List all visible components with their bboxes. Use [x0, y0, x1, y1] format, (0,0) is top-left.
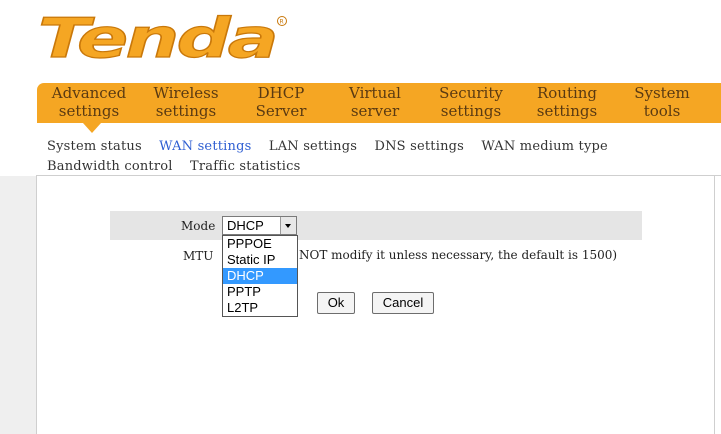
- mode-option-static-ip[interactable]: Static IP: [223, 252, 297, 268]
- mode-option-pptp[interactable]: PPTP: [223, 284, 297, 300]
- sub-nav: System status WAN settings LAN settings …: [47, 137, 707, 177]
- tenda-logo: Tenda R: [38, 11, 287, 63]
- mode-select[interactable]: DHCP: [222, 216, 297, 235]
- nav-virtual-server[interactable]: Virtual server: [339, 84, 411, 120]
- subnav-dns-settings[interactable]: DNS settings: [374, 137, 464, 157]
- nav-advanced-settings[interactable]: Advanced settings: [49, 84, 129, 120]
- subnav-lan-settings[interactable]: LAN settings: [269, 137, 357, 157]
- subnav-wan-settings[interactable]: WAN settings: [159, 137, 251, 157]
- cancel-button[interactable]: Cancel: [372, 292, 434, 314]
- ok-button[interactable]: Ok: [317, 292, 355, 314]
- mode-option-pppoe[interactable]: PPPOE: [223, 236, 297, 252]
- mtu-label: MTU: [183, 249, 214, 263]
- panel-right-divider: [714, 176, 715, 434]
- mode-dropdown-list: PPPOE Static IP DHCP PPTP L2TP: [222, 235, 298, 317]
- nav-system-tools[interactable]: System tools: [627, 84, 697, 120]
- mode-label: Mode: [181, 219, 216, 233]
- nav-dhcp-server[interactable]: DHCP Server: [246, 84, 316, 120]
- nav-wireless-settings[interactable]: Wireless settings: [145, 84, 227, 120]
- chevron-down-icon[interactable]: [280, 217, 296, 234]
- panel-left-divider: [36, 175, 37, 434]
- top-nav-bar: Advanced settings Wireless settings DHCP Se…: [37, 83, 721, 123]
- active-nav-pointer: [83, 123, 101, 133]
- left-gutter: [0, 176, 37, 434]
- subnav-bandwidth-control[interactable]: Bandwidth control: [47, 157, 173, 177]
- logo-text: Tenda: [38, 11, 276, 63]
- nav-security-settings[interactable]: Security settings: [431, 84, 511, 120]
- svg-text:R: R: [280, 19, 284, 26]
- panel-top-divider: [37, 175, 721, 176]
- mode-option-dhcp[interactable]: DHCP: [223, 268, 297, 284]
- mode-select-value: DHCP: [227, 218, 264, 233]
- subnav-wan-medium-type[interactable]: WAN medium type: [481, 137, 608, 157]
- mtu-note: NOT modify it unless necessary, the defa…: [299, 248, 618, 262]
- nav-routing-settings[interactable]: Routing settings: [527, 84, 607, 120]
- subnav-system-status[interactable]: System status: [47, 137, 142, 157]
- mode-option-l2tp[interactable]: L2TP: [223, 300, 297, 316]
- subnav-traffic-statistics[interactable]: Traffic statistics: [190, 157, 300, 177]
